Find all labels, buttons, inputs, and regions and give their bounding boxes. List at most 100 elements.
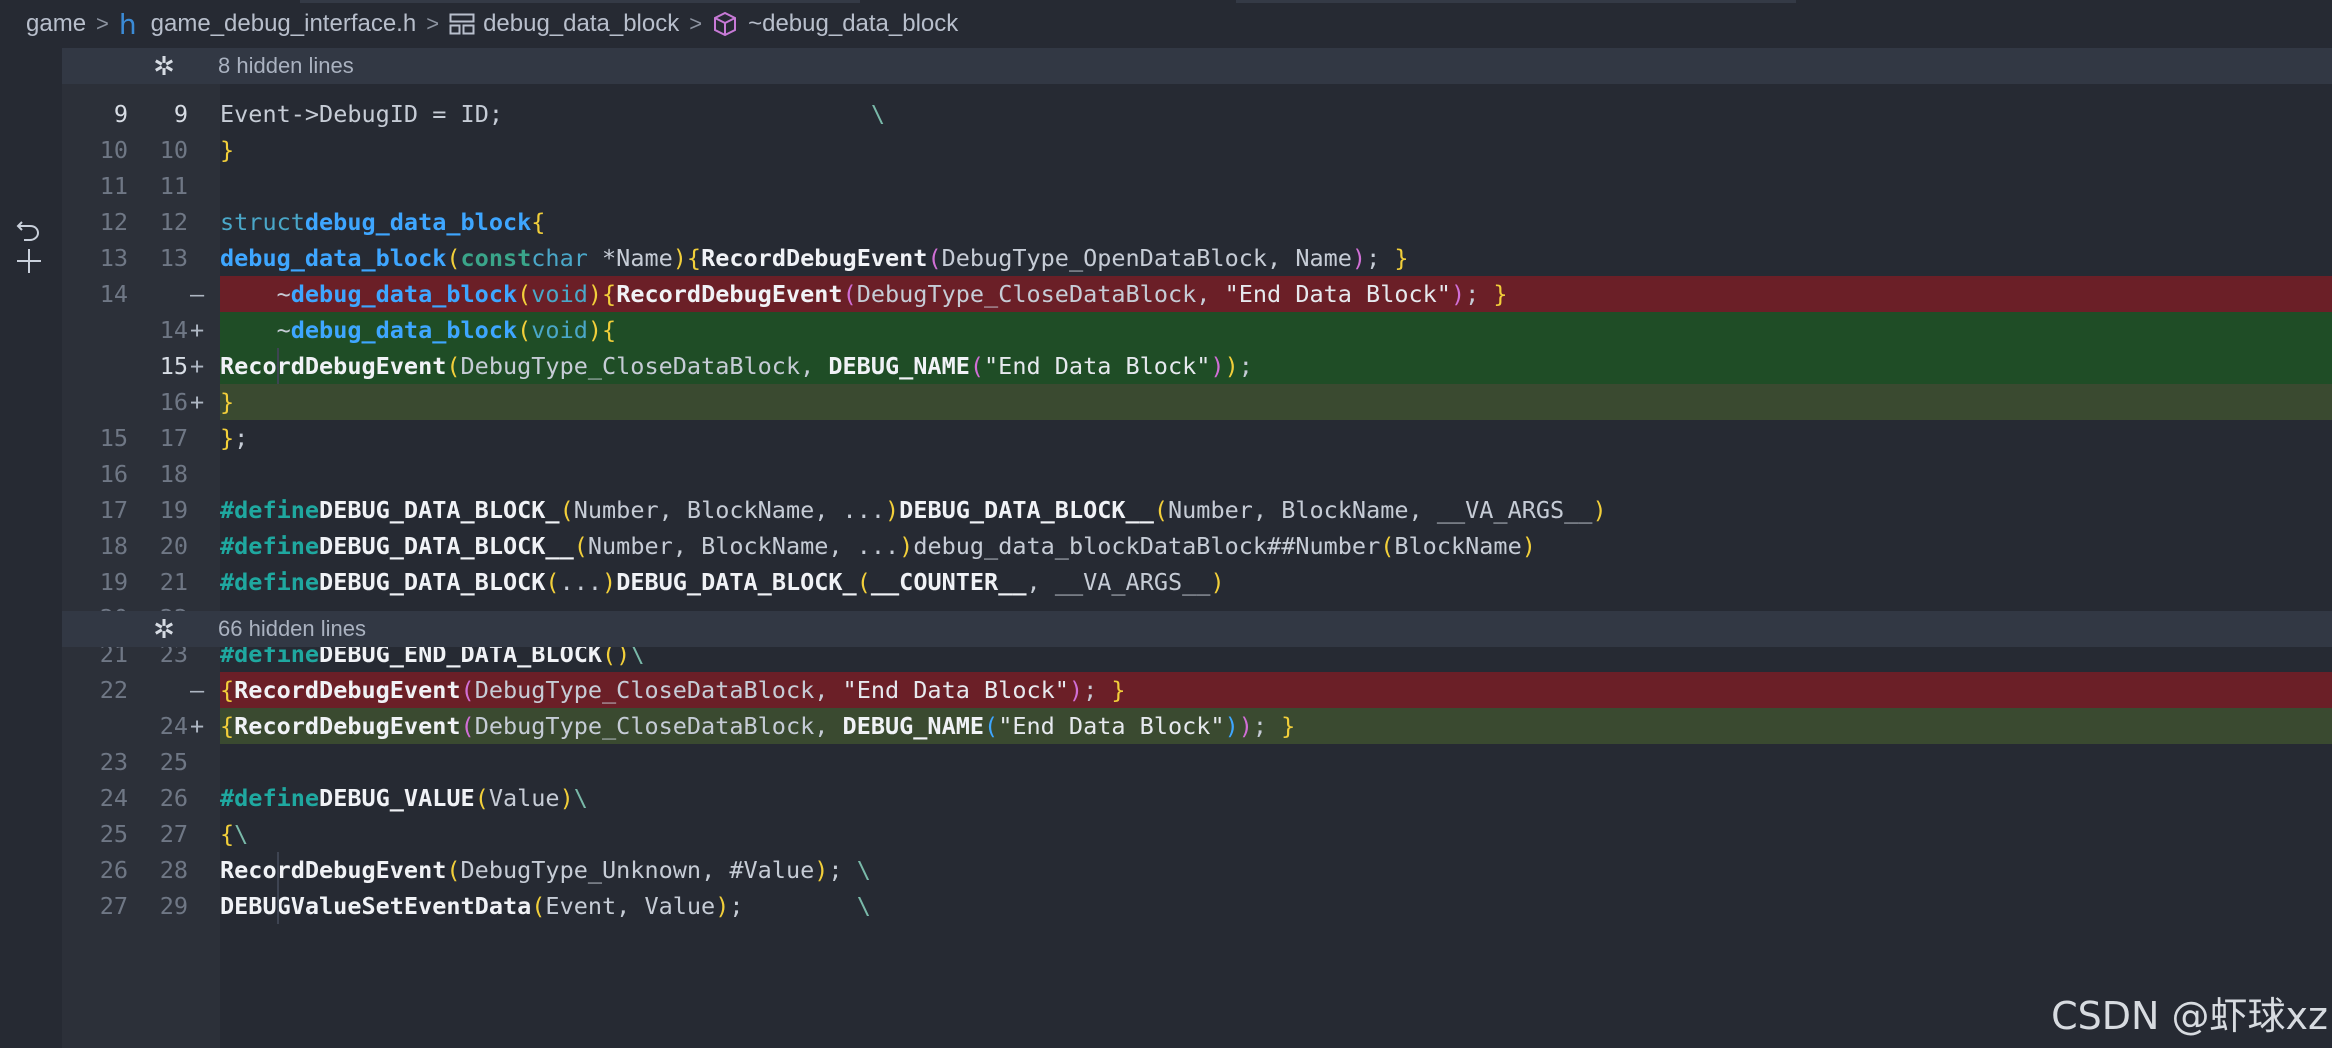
added-line-marker: + xyxy=(190,388,205,416)
code-text[interactable]: DEBUGValueSetEventData(Event, Value); \ xyxy=(220,888,2332,924)
diff-editor[interactable]: ✲ 8 hidden lines 9 9 Event -> DebugID = ID;… xyxy=(62,48,2332,1048)
code-text[interactable]: } xyxy=(220,132,2332,168)
new-line-number: 16 xyxy=(159,388,188,416)
hidden-lines-icon: ✲ xyxy=(153,613,175,644)
code-line[interactable]: 18 20 #define DEBUG_DATA_BLOCK__(Number, B… xyxy=(62,528,2332,564)
new-line-number: 10 xyxy=(159,136,188,164)
code-lines: 9 9 Event -> DebugID = ID; \ 10 10} 11 11 12 12 st… xyxy=(62,96,2332,924)
code-line[interactable]: 16 + } xyxy=(62,384,2332,420)
code-line[interactable]: 11 11 xyxy=(62,168,2332,204)
new-line-number: 25 xyxy=(159,748,188,776)
code-text[interactable]: debug_data_block(const char * Name) { Rec… xyxy=(220,240,2332,276)
code-line[interactable]: 15 + RecordDebugEvent(DebugType_CloseData… xyxy=(62,348,2332,384)
old-line-number: 18 xyxy=(99,532,128,560)
old-line-number: 26 xyxy=(99,856,128,884)
code-text[interactable]: struct debug_data_block { xyxy=(220,204,2332,240)
breadcrumb-item-game[interactable]: game xyxy=(26,10,86,38)
chevron-right-icon: > xyxy=(689,11,703,36)
indent-guide xyxy=(277,852,279,888)
new-line-number: 28 xyxy=(159,856,188,884)
code-line[interactable]: 10 10} xyxy=(62,132,2332,168)
code-text[interactable]: #define DEBUG_DATA_BLOCK(...) DEBUG_DATA… xyxy=(220,564,2332,600)
tab-strip-edge xyxy=(300,0,860,3)
breadcrumb: game > h game_debug_interface.h > debug_… xyxy=(0,0,2332,48)
chevron-right-icon: > xyxy=(96,11,109,36)
editor-window: game > h game_debug_interface.h > debug_… xyxy=(0,0,2332,1048)
code-text[interactable]: RecordDebugEvent(DebugType_CloseDataBloc… xyxy=(220,348,2332,384)
code-line[interactable]: 12 12 struct debug_data_block { xyxy=(62,204,2332,240)
breadcrumb-label: debug_data_block xyxy=(483,10,680,37)
code-text[interactable]: { RecordDebugEvent(DebugType_CloseDataBl… xyxy=(220,672,2332,708)
old-line-number: 23 xyxy=(99,748,128,776)
new-line-number: 9 xyxy=(173,100,188,128)
diff-actions-strip xyxy=(0,48,62,1048)
removed-line-marker: — xyxy=(190,676,205,704)
code-line[interactable]: 27 29 DEBUGValueSetEventData(Event, Value… xyxy=(62,888,2332,924)
code-text[interactable]: Event -> DebugID = ID; \ xyxy=(220,96,2332,132)
new-line-number: 27 xyxy=(159,820,188,848)
indent-guide xyxy=(277,348,279,384)
code-line[interactable]: 13 13 debug_data_block(const char * Name) … xyxy=(62,240,2332,276)
old-line-number: 10 xyxy=(99,136,128,164)
old-line-number: 27 xyxy=(99,892,128,920)
code-line[interactable]: 15 17}; xyxy=(62,420,2332,456)
new-line-number: 26 xyxy=(159,784,188,812)
code-text[interactable]: ~ debug_data_block(void) { xyxy=(220,312,2332,348)
old-line-number: 14 xyxy=(99,280,128,308)
chevron-right-icon: > xyxy=(426,11,440,36)
code-line[interactable]: 22 — { RecordDebugEvent(DebugType_CloseDa… xyxy=(62,672,2332,708)
new-line-number: 15 xyxy=(159,352,188,380)
breadcrumb-item-file[interactable]: h game_debug_interface.h xyxy=(119,8,416,41)
old-line-number: 24 xyxy=(99,784,128,812)
hidden-lines-fold-bottom[interactable]: ✲ 66 hidden lines xyxy=(62,611,2332,647)
code-text[interactable]: ~ debug_data_block(void) { RecordDebugEve… xyxy=(220,276,2332,312)
add-icon[interactable] xyxy=(14,246,44,276)
code-line[interactable]: 24 26 #define DEBUG_VALUE(Value) \ xyxy=(62,780,2332,816)
old-line-number: 9 xyxy=(113,100,128,128)
new-line-number: 20 xyxy=(159,532,188,560)
code-line[interactable]: 14 + ~ debug_data_block(void) { xyxy=(62,312,2332,348)
new-line-number: 29 xyxy=(159,892,188,920)
new-line-number: 14 xyxy=(159,316,188,344)
revert-icon[interactable] xyxy=(14,218,44,244)
breadcrumb-item-struct[interactable]: debug_data_block xyxy=(449,10,679,38)
code-text[interactable] xyxy=(220,744,2332,780)
old-line-number: 13 xyxy=(99,244,128,272)
hidden-lines-label: 8 hidden lines xyxy=(218,53,354,78)
added-line-marker: + xyxy=(190,712,205,740)
code-text[interactable]: } xyxy=(220,384,2332,420)
code-text[interactable]: { \ xyxy=(220,816,2332,852)
old-line-number: 19 xyxy=(99,568,128,596)
cube-icon xyxy=(714,11,737,37)
code-text[interactable]: #define DEBUG_VALUE(Value) \ xyxy=(220,780,2332,816)
new-line-number: 21 xyxy=(159,568,188,596)
new-line-number: 12 xyxy=(159,208,188,236)
code-text[interactable] xyxy=(220,168,2332,204)
breadcrumb-label: game_debug_interface.h xyxy=(150,10,417,37)
code-line[interactable]: 23 25 xyxy=(62,744,2332,780)
hidden-lines-fold-top[interactable]: ✲ 8 hidden lines xyxy=(62,48,2332,84)
old-line-number: 17 xyxy=(99,496,128,524)
breadcrumb-item-destructor[interactable]: ~debug_data_block xyxy=(712,10,958,38)
breadcrumb-label: game xyxy=(26,10,87,37)
code-line[interactable]: 25 27 { \ xyxy=(62,816,2332,852)
new-line-number: 19 xyxy=(159,496,188,524)
code-text[interactable]: }; xyxy=(220,420,2332,456)
code-text[interactable] xyxy=(220,456,2332,492)
code-line[interactable]: 17 19 #define DEBUG_DATA_BLOCK_(Number, Bl… xyxy=(62,492,2332,528)
new-line-number: 24 xyxy=(159,712,188,740)
code-line[interactable]: 24 + { RecordDebugEvent(DebugType_CloseDa… xyxy=(62,708,2332,744)
code-text[interactable]: RecordDebugEvent(DebugType_Unknown, #Val… xyxy=(220,852,2332,888)
old-line-number: 11 xyxy=(99,172,128,200)
code-line[interactable]: 9 9 Event -> DebugID = ID; \ xyxy=(62,96,2332,132)
watermark: CSDN @虾球xz xyxy=(2051,994,2328,1038)
code-text[interactable]: #define DEBUG_DATA_BLOCK__(Number, Block… xyxy=(220,528,2332,564)
code-line[interactable]: 14 — ~ debug_data_block(void) { RecordDebu… xyxy=(62,276,2332,312)
code-line[interactable]: 26 28 RecordDebugEvent(DebugType_Unknown,… xyxy=(62,852,2332,888)
new-line-number: 17 xyxy=(159,424,188,452)
code-text[interactable]: { RecordDebugEvent(DebugType_CloseDataBl… xyxy=(220,708,2332,744)
code-text[interactable]: #define DEBUG_DATA_BLOCK_(Number, BlockN… xyxy=(220,492,2332,528)
old-line-number: 22 xyxy=(99,676,128,704)
code-line[interactable]: 19 21 #define DEBUG_DATA_BLOCK(...) DEBUG_… xyxy=(62,564,2332,600)
code-line[interactable]: 16 18 xyxy=(62,456,2332,492)
